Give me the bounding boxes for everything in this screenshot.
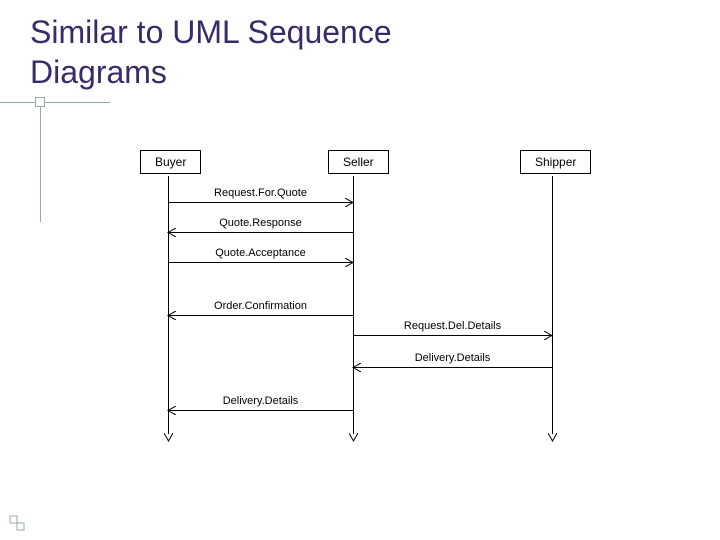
arrow-left-icon <box>167 406 176 415</box>
arrow-right-icon <box>345 258 354 267</box>
title-line-2: Diagrams <box>30 54 167 90</box>
lifeline-seller <box>353 176 354 434</box>
msg-label: Request.For.Quote <box>168 187 353 199</box>
decor-rule-v <box>40 102 41 222</box>
arrow-right-icon <box>544 331 553 340</box>
actor-seller: Seller <box>328 150 389 174</box>
msg-order-confirmation: Order.Confirmation <box>168 315 353 329</box>
actor-seller-label: Seller <box>343 155 374 169</box>
slide-title: Similar to UML Sequence Diagrams <box>30 12 392 92</box>
msg-line <box>168 315 353 316</box>
msg-label: Order.Confirmation <box>168 300 353 312</box>
arrow-down-icon <box>164 433 173 442</box>
corner-decor-icon <box>8 514 26 532</box>
msg-label: Quote.Acceptance <box>168 247 353 259</box>
decor-box-icon <box>35 97 45 107</box>
msg-label: Quote.Response <box>168 217 353 229</box>
arrow-down-icon <box>349 433 358 442</box>
msg-delivery-details-1: Delivery.Details <box>353 367 552 381</box>
msg-line <box>168 232 353 233</box>
arrow-down-icon <box>548 433 557 442</box>
msg-line <box>168 262 353 263</box>
arrow-left-icon <box>167 228 176 237</box>
actor-buyer: Buyer <box>140 150 201 174</box>
msg-request-del-details: Request.Del.Details <box>353 335 552 349</box>
msg-label: Delivery.Details <box>168 395 353 407</box>
msg-label: Request.Del.Details <box>353 320 552 332</box>
arrow-right-icon <box>345 198 354 207</box>
actor-shipper: Shipper <box>520 150 591 174</box>
decor-rule-h <box>0 102 110 103</box>
msg-line <box>353 335 552 336</box>
msg-quote-acceptance: Quote.Acceptance <box>168 262 353 276</box>
msg-line <box>168 202 353 203</box>
title-line-1: Similar to UML Sequence <box>30 14 392 50</box>
sequence-diagram: Buyer Seller Shipper Request.For.Quote Q… <box>150 150 610 450</box>
msg-line <box>168 410 353 411</box>
msg-line <box>353 367 552 368</box>
msg-request-for-quote: Request.For.Quote <box>168 202 353 216</box>
arrow-left-icon <box>167 311 176 320</box>
actor-buyer-label: Buyer <box>155 155 186 169</box>
arrow-left-icon <box>352 363 361 372</box>
msg-delivery-details-2: Delivery.Details <box>168 410 353 424</box>
lifeline-shipper <box>552 176 553 434</box>
actor-shipper-label: Shipper <box>535 155 576 169</box>
msg-quote-response: Quote.Response <box>168 232 353 246</box>
msg-label: Delivery.Details <box>353 352 552 364</box>
